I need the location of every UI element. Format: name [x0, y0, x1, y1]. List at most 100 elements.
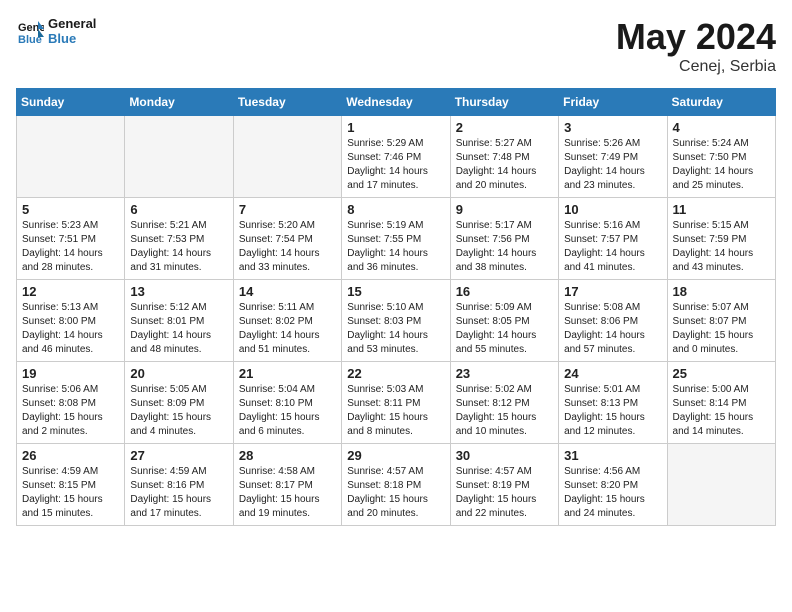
calendar-cell: 9Sunrise: 5:17 AM Sunset: 7:56 PM Daylig… — [450, 198, 558, 280]
week-row-1: 1Sunrise: 5:29 AM Sunset: 7:46 PM Daylig… — [17, 116, 776, 198]
day-number: 23 — [456, 366, 553, 381]
calendar-cell: 29 Sunrise: 4:57 AM Sunset: 8:18 PM Dayli… — [342, 444, 450, 526]
logo-icon: General Blue — [16, 17, 44, 45]
weekday-header-sunday: Sunday — [17, 89, 125, 116]
day-number: 29 — [347, 448, 444, 463]
calendar-cell: 6 Sunrise: 5:21 AM Sunset: 7:53 PM Daylig… — [125, 198, 233, 280]
weekday-header-row: SundayMondayTuesdayWednesdayThursdayFrid… — [17, 89, 776, 116]
day-number: 26 — [22, 448, 119, 463]
day-info: Sunrise: 5:15 AM Sunset: 7:59 PM Dayligh… — [673, 219, 770, 275]
calendar-cell: 10 Sunrise: 5:16 AM Sunset: 7:57 PM Dayli… — [559, 198, 667, 280]
calendar-cell: 30 Sunrise: 4:57 AM Sunset: 8:19 PM Dayli… — [450, 444, 558, 526]
week-row-5: 26 Sunrise: 4:59 AM Sunset: 8:15 PM Dayli… — [17, 444, 776, 526]
day-number: 25 — [673, 366, 770, 381]
calendar-cell: 5 Sunrise: 5:23 AM Sunset: 7:51 PM Daylig… — [17, 198, 125, 280]
calendar-cell: 22 Sunrise: 5:03 AM Sunset: 8:11 PM Dayli… — [342, 362, 450, 444]
day-number: 13 — [130, 284, 227, 299]
day-info: Sunrise: 5:02 AM Sunset: 8:12 PM Dayligh… — [456, 383, 553, 439]
day-info: Sunrise: 5:16 AM Sunset: 7:57 PM Dayligh… — [564, 219, 661, 275]
day-number: 7 — [239, 202, 336, 217]
day-info: Sunrise: 5:04 AM Sunset: 8:10 PM Dayligh… — [239, 383, 336, 439]
day-number: 10 — [564, 202, 661, 217]
week-row-3: 12Sunrise: 5:13 AM Sunset: 8:00 PM Dayli… — [17, 280, 776, 362]
calendar-cell: 13 Sunrise: 5:12 AM Sunset: 8:01 PM Dayli… — [125, 280, 233, 362]
weekday-header-monday: Monday — [125, 89, 233, 116]
day-info: Sunrise: 5:10 AM Sunset: 8:03 PM Dayligh… — [347, 301, 444, 357]
calendar-cell: 11Sunrise: 5:15 AM Sunset: 7:59 PM Dayli… — [667, 198, 775, 280]
calendar-cell — [125, 116, 233, 198]
month-title: May 2024 — [616, 16, 776, 58]
day-number: 22 — [347, 366, 444, 381]
day-info: Sunrise: 5:09 AM Sunset: 8:05 PM Dayligh… — [456, 301, 553, 357]
day-number: 28 — [239, 448, 336, 463]
day-number: 1 — [347, 120, 444, 135]
day-info: Sunrise: 5:01 AM Sunset: 8:13 PM Dayligh… — [564, 383, 661, 439]
day-number: 20 — [130, 366, 227, 381]
calendar-cell: 15Sunrise: 5:10 AM Sunset: 8:03 PM Dayli… — [342, 280, 450, 362]
day-info: Sunrise: 5:26 AM Sunset: 7:49 PM Dayligh… — [564, 137, 661, 193]
calendar-cell: 19Sunrise: 5:06 AM Sunset: 8:08 PM Dayli… — [17, 362, 125, 444]
day-info: Sunrise: 5:12 AM Sunset: 8:01 PM Dayligh… — [130, 301, 227, 357]
day-info: Sunrise: 5:27 AM Sunset: 7:48 PM Dayligh… — [456, 137, 553, 193]
day-info: Sunrise: 5:20 AM Sunset: 7:54 PM Dayligh… — [239, 219, 336, 275]
calendar-cell: 18 Sunrise: 5:07 AM Sunset: 8:07 PM Dayli… — [667, 280, 775, 362]
weekday-header-saturday: Saturday — [667, 89, 775, 116]
day-number: 5 — [22, 202, 119, 217]
day-number: 30 — [456, 448, 553, 463]
calendar-cell: 25 Sunrise: 5:00 AM Sunset: 8:14 PM Dayli… — [667, 362, 775, 444]
day-number: 18 — [673, 284, 770, 299]
day-info: Sunrise: 5:08 AM Sunset: 8:06 PM Dayligh… — [564, 301, 661, 357]
day-number: 17 — [564, 284, 661, 299]
day-number: 4 — [673, 120, 770, 135]
calendar-cell — [233, 116, 341, 198]
week-row-4: 19Sunrise: 5:06 AM Sunset: 8:08 PM Dayli… — [17, 362, 776, 444]
weekday-header-tuesday: Tuesday — [233, 89, 341, 116]
day-number: 24 — [564, 366, 661, 381]
calendar-cell: 21 Sunrise: 5:04 AM Sunset: 8:10 PM Dayli… — [233, 362, 341, 444]
day-info: Sunrise: 4:57 AM Sunset: 8:18 PM Dayligh… — [347, 465, 444, 521]
calendar-cell: 23 Sunrise: 5:02 AM Sunset: 8:12 PM Dayli… — [450, 362, 558, 444]
day-number: 19 — [22, 366, 119, 381]
calendar-cell: 1Sunrise: 5:29 AM Sunset: 7:46 PM Daylig… — [342, 116, 450, 198]
day-info: Sunrise: 5:13 AM Sunset: 8:00 PM Dayligh… — [22, 301, 119, 357]
day-info: Sunrise: 5:07 AM Sunset: 8:07 PM Dayligh… — [673, 301, 770, 357]
calendar-cell: 24 Sunrise: 5:01 AM Sunset: 8:13 PM Dayli… — [559, 362, 667, 444]
weekday-header-friday: Friday — [559, 89, 667, 116]
day-number: 31 — [564, 448, 661, 463]
calendar-cell: 7 Sunrise: 5:20 AM Sunset: 7:54 PM Daylig… — [233, 198, 341, 280]
page-header: General Blue General Blue May 2024 Cenej… — [16, 16, 776, 76]
calendar-cell: 4 Sunrise: 5:24 AM Sunset: 7:50 PM Daylig… — [667, 116, 775, 198]
day-number: 21 — [239, 366, 336, 381]
calendar-cell — [667, 444, 775, 526]
day-info: Sunrise: 5:03 AM Sunset: 8:11 PM Dayligh… — [347, 383, 444, 439]
day-number: 9 — [456, 202, 553, 217]
logo-text-blue: Blue — [48, 31, 96, 46]
day-info: Sunrise: 4:57 AM Sunset: 8:19 PM Dayligh… — [456, 465, 553, 521]
day-number: 6 — [130, 202, 227, 217]
calendar-cell: 16Sunrise: 5:09 AM Sunset: 8:05 PM Dayli… — [450, 280, 558, 362]
day-number: 8 — [347, 202, 444, 217]
week-row-2: 5 Sunrise: 5:23 AM Sunset: 7:51 PM Daylig… — [17, 198, 776, 280]
day-number: 2 — [456, 120, 553, 135]
calendar-cell: 26 Sunrise: 4:59 AM Sunset: 8:15 PM Dayli… — [17, 444, 125, 526]
day-info: Sunrise: 5:23 AM Sunset: 7:51 PM Dayligh… — [22, 219, 119, 275]
calendar-cell: 12Sunrise: 5:13 AM Sunset: 8:00 PM Dayli… — [17, 280, 125, 362]
day-info: Sunrise: 5:00 AM Sunset: 8:14 PM Dayligh… — [673, 383, 770, 439]
day-info: Sunrise: 5:19 AM Sunset: 7:55 PM Dayligh… — [347, 219, 444, 275]
day-info: Sunrise: 4:56 AM Sunset: 8:20 PM Dayligh… — [564, 465, 661, 521]
calendar-cell: 8 Sunrise: 5:19 AM Sunset: 7:55 PM Daylig… — [342, 198, 450, 280]
weekday-header-thursday: Thursday — [450, 89, 558, 116]
calendar-cell: 14Sunrise: 5:11 AM Sunset: 8:02 PM Dayli… — [233, 280, 341, 362]
day-info: Sunrise: 4:59 AM Sunset: 8:15 PM Dayligh… — [22, 465, 119, 521]
calendar-cell: 2 Sunrise: 5:27 AM Sunset: 7:48 PM Daylig… — [450, 116, 558, 198]
calendar-cell: 27Sunrise: 4:59 AM Sunset: 8:16 PM Dayli… — [125, 444, 233, 526]
day-info: Sunrise: 4:58 AM Sunset: 8:17 PM Dayligh… — [239, 465, 336, 521]
calendar-cell: 31 Sunrise: 4:56 AM Sunset: 8:20 PM Dayli… — [559, 444, 667, 526]
calendar-cell: 3Sunrise: 5:26 AM Sunset: 7:49 PM Daylig… — [559, 116, 667, 198]
title-block: May 2024 Cenej, Serbia — [616, 16, 776, 76]
calendar-table: SundayMondayTuesdayWednesdayThursdayFrid… — [16, 88, 776, 526]
day-info: Sunrise: 5:24 AM Sunset: 7:50 PM Dayligh… — [673, 137, 770, 193]
day-number: 27 — [130, 448, 227, 463]
calendar-cell — [17, 116, 125, 198]
day-info: Sunrise: 5:21 AM Sunset: 7:53 PM Dayligh… — [130, 219, 227, 275]
